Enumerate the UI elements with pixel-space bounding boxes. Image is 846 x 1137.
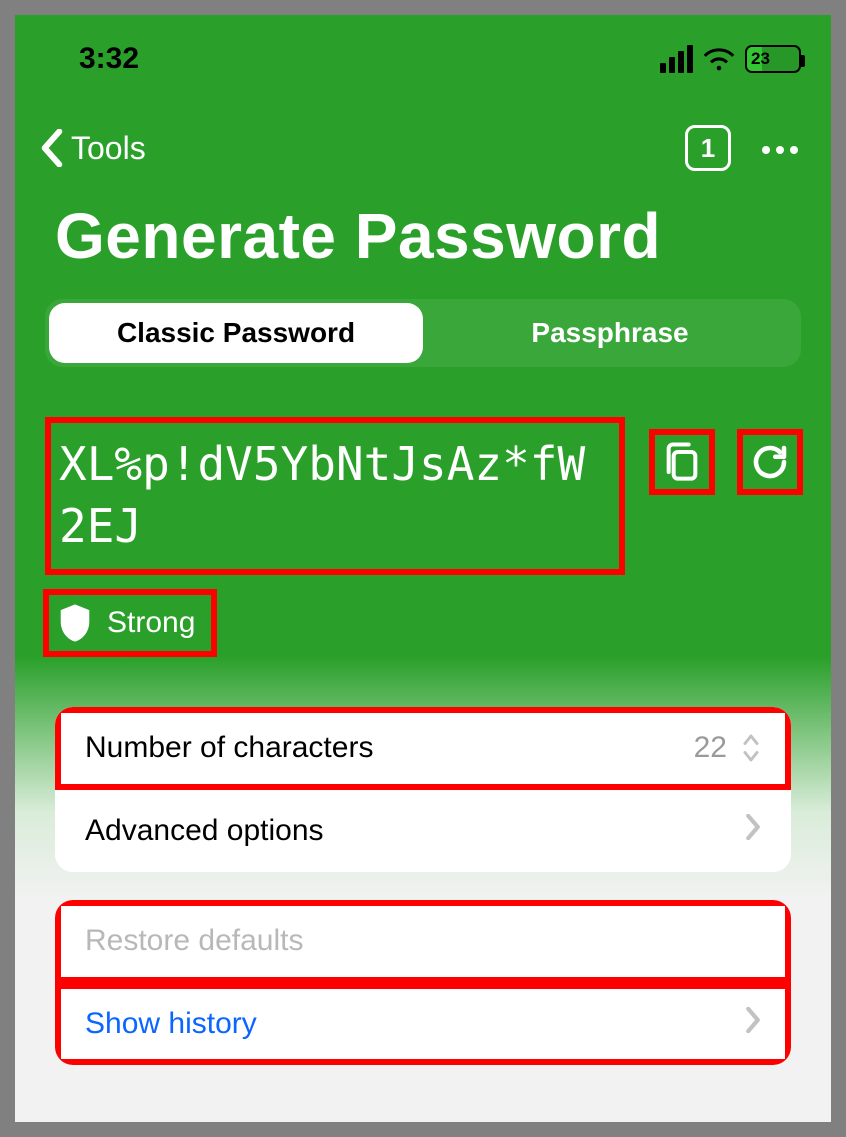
chevron-right-icon <box>745 1007 761 1041</box>
battery-percent: 23 <box>751 49 770 69</box>
status-time: 3:32 <box>79 42 139 76</box>
chevron-left-icon <box>37 128 67 168</box>
password-actions <box>649 417 803 495</box>
num-chars-value: 22 <box>694 731 727 765</box>
options-group: Number of characters 22 Advanced options <box>55 707 791 872</box>
copy-icon <box>662 440 702 484</box>
tab-passphrase[interactable]: Passphrase <box>423 303 797 363</box>
advanced-options-label: Advanced options <box>85 814 324 848</box>
page-title: Generate Password <box>15 171 831 273</box>
regenerate-button[interactable] <box>737 429 803 495</box>
show-history-label: Show history <box>85 1007 257 1041</box>
chevron-right-icon <box>745 814 761 848</box>
tab-count-button[interactable]: 1 <box>685 125 731 171</box>
number-of-characters-row[interactable]: Number of characters 22 <box>55 707 791 790</box>
back-button[interactable]: Tools <box>37 128 146 168</box>
refresh-icon <box>749 441 791 483</box>
battery-icon: 23 <box>745 45 801 73</box>
strength-wrap: Strong <box>43 589 831 657</box>
password-row: XL%p!dV5YbNtJsAz*fW2EJ <box>15 367 831 575</box>
generated-password[interactable]: XL%p!dV5YbNtJsAz*fW2EJ <box>45 417 625 575</box>
strength-badge: Strong <box>43 589 217 657</box>
more-button[interactable] <box>759 127 801 169</box>
copy-button[interactable] <box>649 429 715 495</box>
more-icon <box>762 146 770 154</box>
restore-defaults-row[interactable]: Restore defaults <box>55 900 791 983</box>
back-label: Tools <box>71 130 146 167</box>
actions-group: Restore defaults Show history <box>55 900 791 1065</box>
tab-classic-password[interactable]: Classic Password <box>49 303 423 363</box>
status-indicators: 23 <box>660 45 801 73</box>
cellular-signal-icon <box>660 45 693 73</box>
status-bar: 3:32 23 <box>15 15 831 85</box>
stepper-icon <box>741 733 761 763</box>
app-screen: 3:32 23 Tools 1 <box>15 15 831 1122</box>
num-chars-label: Number of characters <box>85 731 373 765</box>
advanced-options-row[interactable]: Advanced options <box>55 790 791 872</box>
password-type-segmented: Classic Password Passphrase <box>45 299 801 367</box>
shield-icon <box>57 603 93 643</box>
restore-defaults-label: Restore defaults <box>85 924 303 958</box>
tab-count-value: 1 <box>701 133 715 164</box>
show-history-row[interactable]: Show history <box>55 983 791 1065</box>
wifi-icon <box>703 47 735 71</box>
strength-label: Strong <box>107 606 195 640</box>
nav-bar: Tools 1 <box>15 85 831 171</box>
